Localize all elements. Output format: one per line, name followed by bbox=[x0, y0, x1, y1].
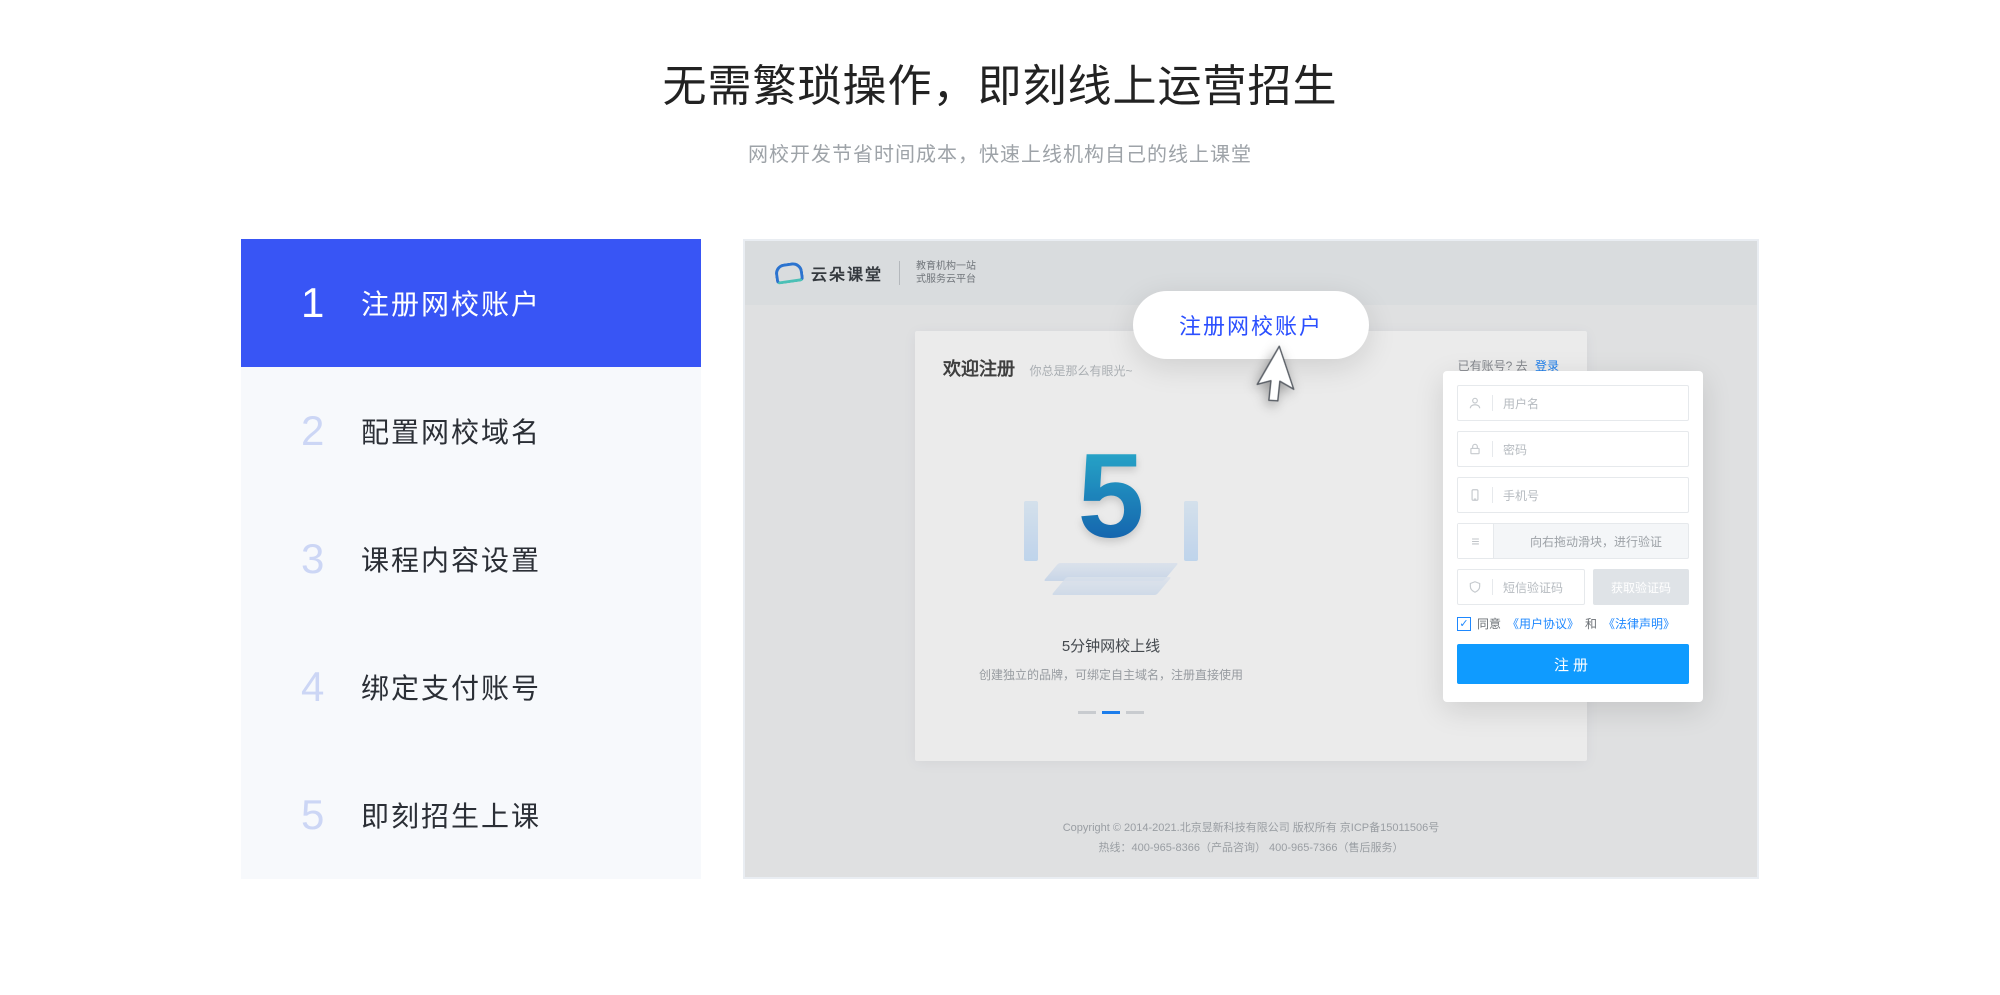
logo: 云朵课堂 bbox=[775, 261, 883, 285]
phone-icon bbox=[1468, 488, 1482, 502]
logo-text: 云朵课堂 bbox=[811, 261, 883, 285]
get-code-button[interactable]: 获取验证码 bbox=[1593, 569, 1689, 605]
agree-row: ✓ 同意 《用户协议》 和 《法律声明》 bbox=[1457, 615, 1689, 632]
dot[interactable] bbox=[1126, 711, 1144, 714]
illustration-title: 5分钟网校上线 bbox=[955, 635, 1267, 656]
page-title: 无需繁琐操作，即刻线上运营招生 bbox=[0, 50, 2000, 114]
illustration: 5 5分钟网校上线 创建独立的品牌，可绑定自主域名，注册直接使用 bbox=[955, 411, 1267, 721]
agree-prefix: 同意 bbox=[1477, 615, 1501, 632]
copyright-line: Copyright © 2014-2021.北京昱新科技有限公司 版权所有 京I… bbox=[745, 819, 1757, 839]
platform-icon bbox=[1036, 563, 1186, 613]
dot-active[interactable] bbox=[1102, 711, 1120, 714]
cloud-icon bbox=[774, 261, 805, 285]
step-item-3[interactable]: 3 课程内容设置 bbox=[241, 495, 701, 623]
logo-subtitle: 教育机构一站 式服务云平台 bbox=[916, 260, 976, 286]
shield-icon bbox=[1468, 580, 1482, 594]
slider-captcha[interactable]: ≡ 向右拖动滑块，进行验证 bbox=[1457, 523, 1689, 559]
phone-field[interactable]: 手机号 bbox=[1457, 477, 1689, 513]
step-number: 5 bbox=[301, 791, 361, 839]
username-field[interactable]: 用户名 bbox=[1457, 385, 1689, 421]
legal-statement-link[interactable]: 《法律声明》 bbox=[1603, 615, 1675, 632]
username-placeholder: 用户名 bbox=[1503, 395, 1539, 412]
registration-form: 用户名 密码 手机号 ≡ bbox=[1443, 371, 1703, 702]
agree-checkbox[interactable]: ✓ bbox=[1457, 617, 1471, 631]
step-item-4[interactable]: 4 绑定支付账号 bbox=[241, 623, 701, 751]
step-label: 注册网校账户 bbox=[361, 283, 541, 323]
step-item-1[interactable]: 1 注册网校账户 bbox=[241, 239, 701, 367]
carousel-dots bbox=[955, 711, 1267, 714]
user-agreement-link[interactable]: 《用户协议》 bbox=[1507, 615, 1579, 632]
illustration-subtitle: 创建独立的品牌，可绑定自主域名，注册直接使用 bbox=[955, 666, 1267, 683]
step-item-2[interactable]: 2 配置网校域名 bbox=[241, 367, 701, 495]
content-row: 1 注册网校账户 2 配置网校域名 3 课程内容设置 4 绑定支付账号 5 即刻… bbox=[0, 239, 2000, 879]
register-button[interactable]: 注册 bbox=[1457, 644, 1689, 684]
inner-footer: Copyright © 2014-2021.北京昱新科技有限公司 版权所有 京I… bbox=[745, 819, 1757, 859]
decor-bar bbox=[1024, 501, 1038, 561]
big-five-wrap: 5 bbox=[955, 411, 1267, 581]
logo-sub-line: 式服务云平台 bbox=[916, 273, 976, 286]
step-number: 4 bbox=[301, 663, 361, 711]
phone-placeholder: 手机号 bbox=[1503, 487, 1539, 504]
dot[interactable] bbox=[1078, 711, 1096, 714]
password-placeholder: 密码 bbox=[1503, 441, 1527, 458]
sms-code-field[interactable]: 短信验证码 bbox=[1457, 569, 1585, 605]
page-root: 无需繁琐操作，即刻线上运营招生 网校开发节省时间成本，快速上线机构自己的线上课堂… bbox=[0, 0, 2000, 879]
step-label: 绑定支付账号 bbox=[361, 667, 541, 707]
user-icon bbox=[1468, 396, 1482, 410]
logo-sub-line: 教育机构一站 bbox=[916, 260, 976, 273]
decor-bar bbox=[1184, 501, 1198, 561]
step-number: 2 bbox=[301, 407, 361, 455]
hotline-line: 热线：400-965-8366（产品咨询） 400-965-7366（售后服务） bbox=[745, 839, 1757, 859]
tooltip-bubble: 注册网校账户 bbox=[1133, 291, 1369, 359]
lock-icon bbox=[1468, 442, 1482, 456]
slider-handle-icon[interactable]: ≡ bbox=[1458, 524, 1494, 558]
welcome-slogan: 你总是那么有眼光~ bbox=[1029, 364, 1132, 378]
step-label: 课程内容设置 bbox=[361, 539, 541, 579]
agree-and: 和 bbox=[1585, 615, 1597, 632]
step-label: 即刻招生上课 bbox=[361, 795, 541, 835]
sms-placeholder: 短信验证码 bbox=[1503, 579, 1563, 596]
big-five-icon: 5 bbox=[1078, 436, 1145, 556]
welcome-title: 欢迎注册 bbox=[943, 355, 1015, 381]
preview-panel: 云朵课堂 教育机构一站 式服务云平台 欢迎注册 你总是那么有眼光~ 已有账号? … bbox=[743, 239, 1759, 879]
step-item-5[interactable]: 5 即刻招生上课 bbox=[241, 751, 701, 879]
page-subtitle: 网校开发节省时间成本，快速上线机构自己的线上课堂 bbox=[0, 138, 2000, 167]
step-nav: 1 注册网校账户 2 配置网校域名 3 课程内容设置 4 绑定支付账号 5 即刻… bbox=[241, 239, 701, 879]
step-label: 配置网校域名 bbox=[361, 411, 541, 451]
password-field[interactable]: 密码 bbox=[1457, 431, 1689, 467]
slider-text: 向右拖动滑块，进行验证 bbox=[1504, 533, 1688, 550]
divider bbox=[899, 261, 900, 285]
step-number: 3 bbox=[301, 535, 361, 583]
step-number: 1 bbox=[301, 279, 361, 327]
